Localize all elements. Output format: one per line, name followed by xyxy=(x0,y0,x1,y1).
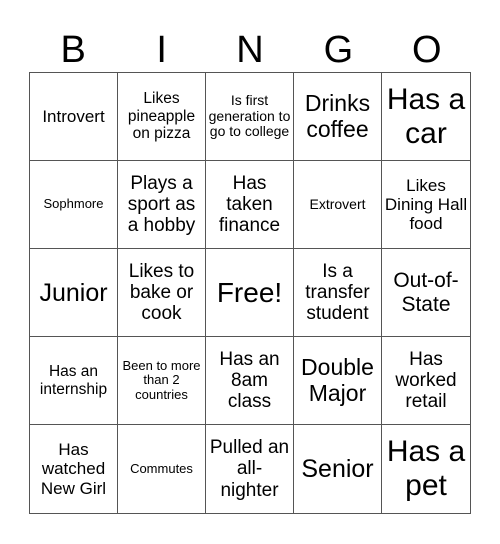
bingo-cell[interactable]: Has watched New Girl xyxy=(30,425,118,513)
header-letter-n: N xyxy=(236,29,264,71)
header-letter-o: O xyxy=(412,29,442,71)
bingo-cell[interactable]: Has a pet xyxy=(382,425,470,513)
bingo-cell[interactable]: Is a transfer student xyxy=(294,249,382,337)
bingo-cell[interactable]: Plays a sport as a hobby xyxy=(118,161,206,249)
bingo-cell[interactable]: Is first generation to go to college xyxy=(206,73,294,161)
bingo-cell[interactable]: Has worked retail xyxy=(382,337,470,425)
bingo-cell[interactable]: Senior xyxy=(294,425,382,513)
bingo-cell[interactable]: Introvert xyxy=(30,73,118,161)
header-letter-b: B xyxy=(60,29,86,71)
bingo-grid: Introvert Likes pineapple on pizza Is firs… xyxy=(29,72,471,514)
bingo-cell[interactable]: Has an internship xyxy=(30,337,118,425)
bingo-cell[interactable]: Has an 8am class xyxy=(206,337,294,425)
bingo-cell[interactable]: Has taken finance xyxy=(206,161,294,249)
bingo-header: B I N G O xyxy=(29,28,471,72)
bingo-cell[interactable]: Pulled an all-nighter xyxy=(206,425,294,513)
bingo-cell[interactable]: Junior xyxy=(30,249,118,337)
bingo-cell[interactable]: Double Major xyxy=(294,337,382,425)
bingo-cell[interactable]: Free! xyxy=(206,249,294,337)
bingo-cell[interactable]: Commutes xyxy=(118,425,206,513)
header-letter-g: G xyxy=(323,29,354,71)
bingo-cell[interactable]: Has a car xyxy=(382,73,470,161)
bingo-cell[interactable]: Likes Dining Hall food xyxy=(382,161,470,249)
bingo-cell[interactable]: Out-of-State xyxy=(382,249,470,337)
bingo-cell[interactable]: Likes to bake or cook xyxy=(118,249,206,337)
bingo-cell[interactable]: Sophmore xyxy=(30,161,118,249)
bingo-cell[interactable]: Been to more than 2 countries xyxy=(118,337,206,425)
bingo-cell[interactable]: Extrovert xyxy=(294,161,382,249)
bingo-cell[interactable]: Drinks coffee xyxy=(294,73,382,161)
bingo-cell[interactable]: Likes pineapple on pizza xyxy=(118,73,206,161)
header-letter-i: I xyxy=(156,29,167,71)
